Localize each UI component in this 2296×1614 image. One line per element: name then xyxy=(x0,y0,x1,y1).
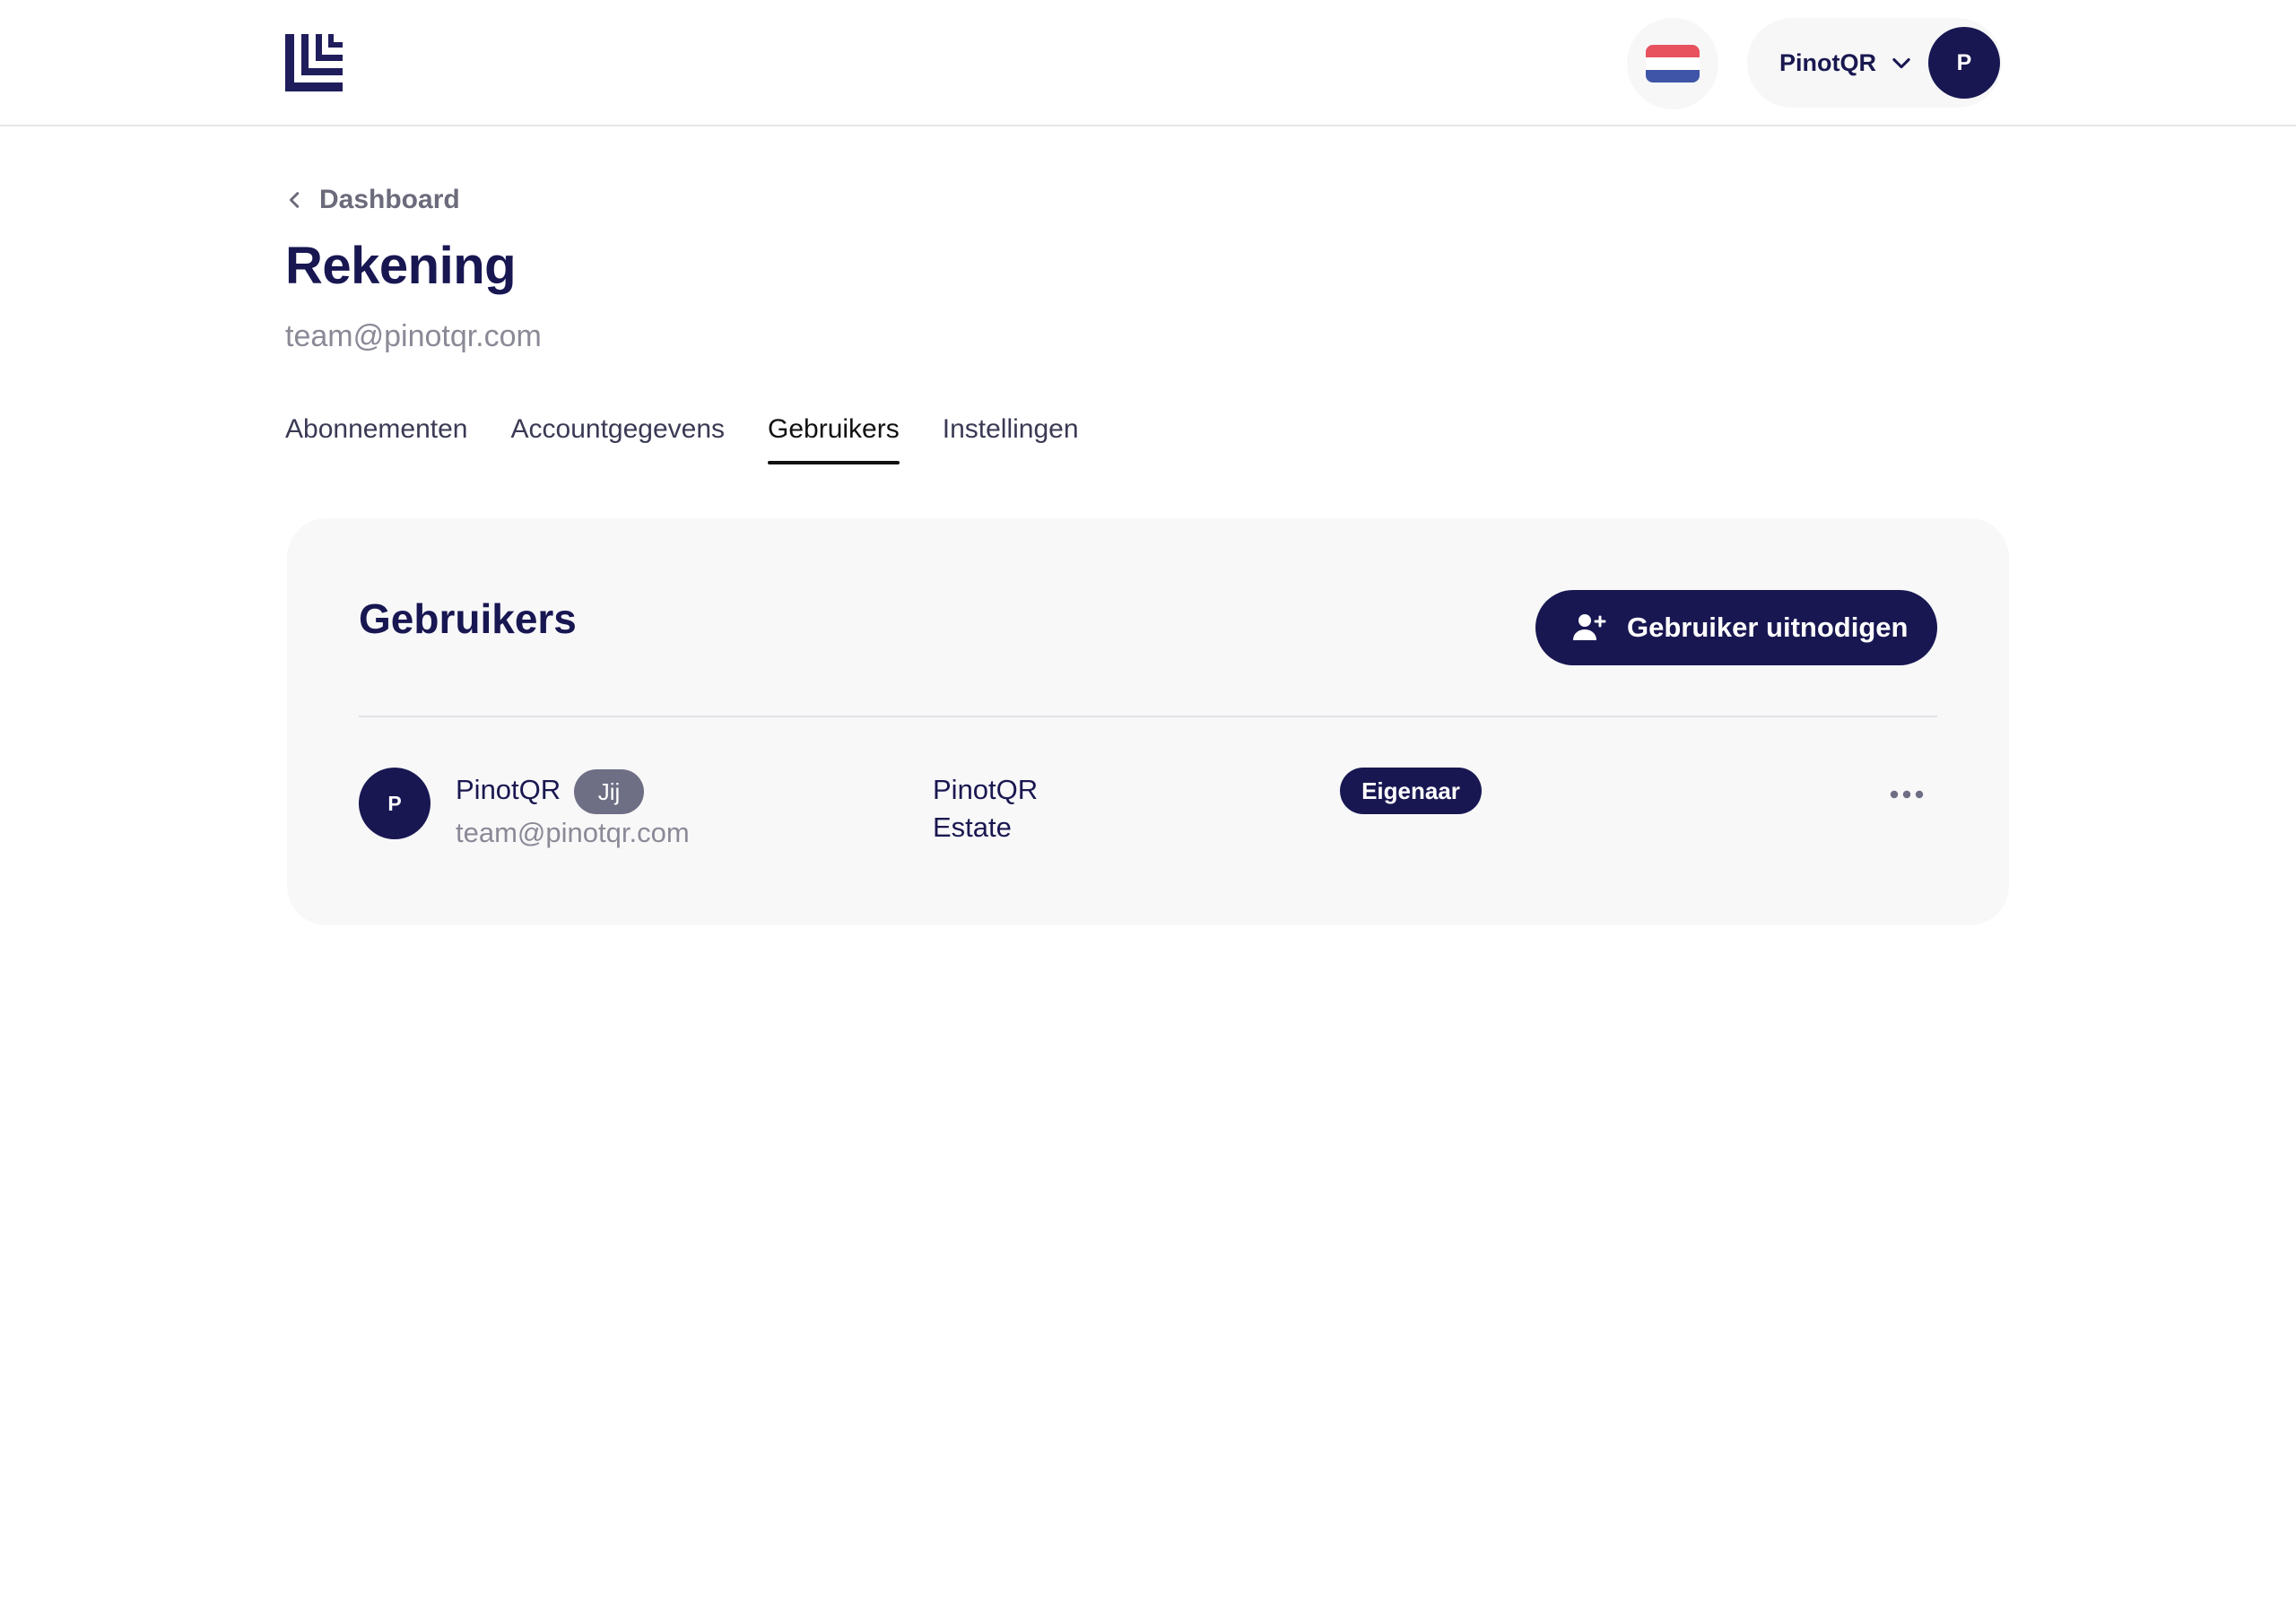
user-row-company: PinotQR Estate xyxy=(933,774,1039,843)
user-plus-icon xyxy=(1573,614,1606,640)
user-menu-name: PinotQR xyxy=(1779,49,1876,76)
brand-logo-icon[interactable] xyxy=(285,34,343,91)
section-divider xyxy=(359,716,1937,717)
top-navigation-bar: PinotQR P xyxy=(0,0,2296,126)
breadcrumb-back-link[interactable]: Dashboard xyxy=(285,179,460,221)
user-row-name: PinotQR xyxy=(456,774,561,805)
user-row-avatar: P xyxy=(359,768,430,839)
page-title: Rekening xyxy=(285,237,517,295)
breadcrumb-label: Dashboard xyxy=(319,185,460,214)
tab-instellingen[interactable]: Instellingen xyxy=(943,409,1079,464)
tab-abonnementen[interactable]: Abonnementen xyxy=(285,409,468,464)
more-horizontal-icon[interactable] xyxy=(1887,775,1926,814)
user-avatar[interactable]: P xyxy=(1928,27,2000,99)
chevron-down-icon xyxy=(1892,57,1910,69)
account-tabs: Abonnementen Accountgegevens Gebruikers … xyxy=(285,409,1122,464)
account-email: team@pinotqr.com xyxy=(285,319,542,353)
invite-user-label: Gebruiker uitnodigen xyxy=(1627,612,1909,643)
current-user-badge: Jij xyxy=(574,769,644,814)
chevron-left-icon xyxy=(289,192,300,208)
invite-user-button[interactable]: Gebruiker uitnodigen xyxy=(1535,590,1937,665)
users-section-title: Gebruikers xyxy=(359,595,577,642)
netherlands-flag-icon xyxy=(1646,45,1700,82)
users-card: Gebruikers Gebruiker uitnodigen P PinotQ… xyxy=(287,518,2009,925)
language-selector-button[interactable] xyxy=(1627,18,1718,109)
user-row-email: team@pinotqr.com xyxy=(456,817,690,848)
tab-accountgegevens[interactable]: Accountgegevens xyxy=(511,409,726,464)
role-badge: Eigenaar xyxy=(1340,768,1482,814)
tab-gebruikers[interactable]: Gebruikers xyxy=(768,409,900,464)
